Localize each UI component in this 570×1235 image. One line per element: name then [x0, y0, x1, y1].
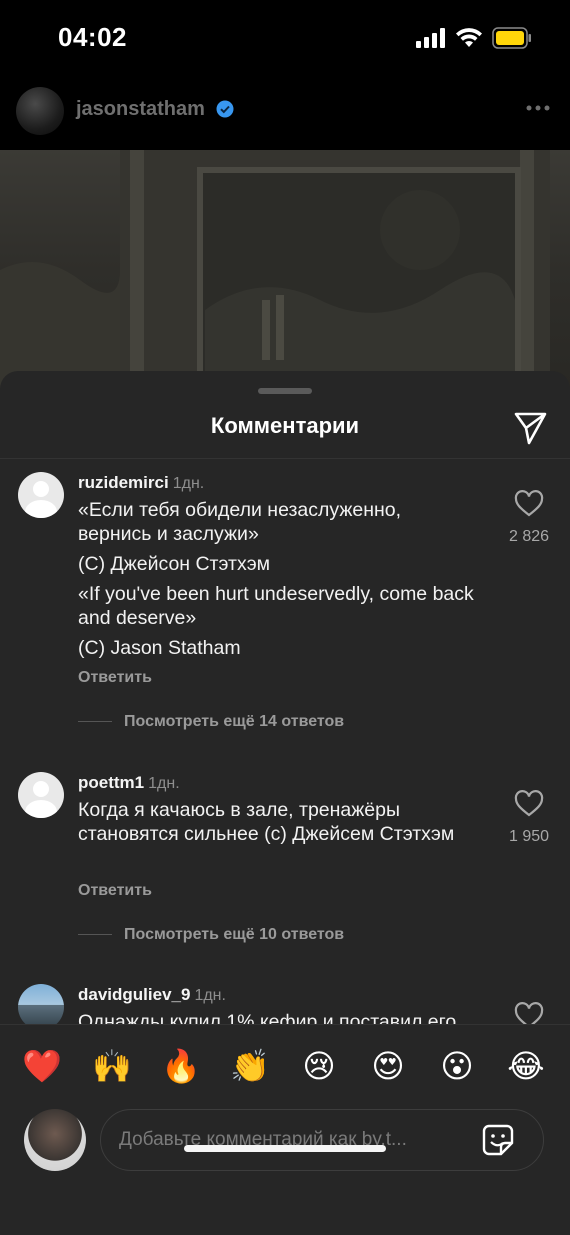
comment-input[interactable]: Добавьте комментарий как by.t...	[100, 1109, 544, 1171]
comment-text: Когда я качаюсь в зале, тренажёры станов…	[78, 798, 458, 852]
status-time: 04:02	[58, 22, 127, 52]
comment-age: 1дн.	[148, 775, 180, 792]
heart-icon[interactable]	[514, 490, 544, 518]
post-author-avatar[interactable]	[16, 87, 64, 135]
post-image	[0, 150, 570, 390]
battery-icon	[492, 27, 531, 49]
comment-age: 1дн.	[194, 987, 226, 1004]
sheet-title: Комментарии	[210, 413, 360, 438]
reply-button[interactable]: Ответить	[78, 669, 152, 687]
like-count: 2 826	[508, 528, 550, 545]
comment-username[interactable]: ruzidemirci 1дн.	[78, 473, 204, 493]
comment-age: 1дн.	[172, 475, 205, 492]
sheet-grabber[interactable]	[258, 388, 312, 394]
post-header: jasonstatham	[0, 80, 570, 150]
send-icon[interactable]	[510, 407, 550, 447]
status-bar: 04:02	[0, 0, 570, 80]
avatar[interactable]	[18, 772, 64, 818]
sticker-icon[interactable]	[481, 1123, 515, 1157]
emoji-heart-eyes[interactable]: 😍	[366, 1044, 410, 1088]
emoji-astonished[interactable]: 😮	[435, 1044, 479, 1088]
comment-text: Однажды купил 1% кефир и поставил его	[78, 1010, 498, 1024]
avatar[interactable]	[18, 984, 64, 1024]
comment-line: (C) Jason Statham	[78, 637, 241, 659]
emoji-heart[interactable]: ❤️	[20, 1044, 64, 1088]
comment-username[interactable]: davidguliev_9 1дн.	[78, 985, 226, 1005]
comment-line: (С) Джейсон Стэтхэм	[78, 553, 271, 575]
wifi-icon	[456, 28, 482, 47]
comment-line: «Если тебя обидели незаслуженно, вернись…	[78, 499, 402, 545]
reply-button[interactable]: Ответить	[78, 882, 152, 900]
comment-line: Когда я качаюсь в зале, тренажёры станов…	[78, 799, 455, 845]
emoji-fire[interactable]: 🔥	[159, 1044, 203, 1088]
emoji-laughing[interactable]: 😂	[504, 1044, 548, 1088]
like-count: 1 950	[508, 828, 550, 845]
heart-icon[interactable]	[514, 1002, 544, 1024]
home-indicator[interactable]	[184, 1145, 386, 1152]
comment-line: Однажды купил 1% кефир и поставил его	[78, 1011, 457, 1024]
view-replies-button[interactable]: Посмотреть ещё 10 ответов	[78, 926, 344, 944]
emoji-crying[interactable]: 😢	[297, 1044, 341, 1088]
post-author-username[interactable]: jasonstatham	[76, 98, 205, 121]
emoji-raised-hands[interactable]: 🙌	[90, 1044, 134, 1088]
divider	[0, 1024, 570, 1025]
avatar[interactable]	[18, 472, 64, 518]
signal-icon	[416, 28, 445, 48]
view-replies-button[interactable]: Посмотреть ещё 14 ответов	[78, 713, 344, 731]
comments-list[interactable]: ruzidemirci 1дн. «Если тебя обидели незас…	[0, 459, 570, 1024]
verified-icon	[216, 100, 234, 118]
more-icon[interactable]	[524, 98, 552, 118]
heart-icon[interactable]	[514, 790, 544, 818]
emoji-clap[interactable]: 👏	[228, 1044, 272, 1088]
comments-sheet: Комментарии ruzidemirci 1дн. «Если тебя о…	[0, 371, 570, 1235]
current-user-avatar	[24, 1109, 86, 1171]
comment-text: «Если тебя обидели незаслуженно, вернись…	[78, 498, 478, 666]
emoji-quick-bar: ❤️ 🙌 🔥 👏 😢 😍 😮 😂	[0, 1044, 570, 1088]
comment-username[interactable]: poettm1 1дн.	[78, 773, 180, 793]
comment-line: «If you've been hurt undeservedly, come …	[78, 583, 474, 629]
